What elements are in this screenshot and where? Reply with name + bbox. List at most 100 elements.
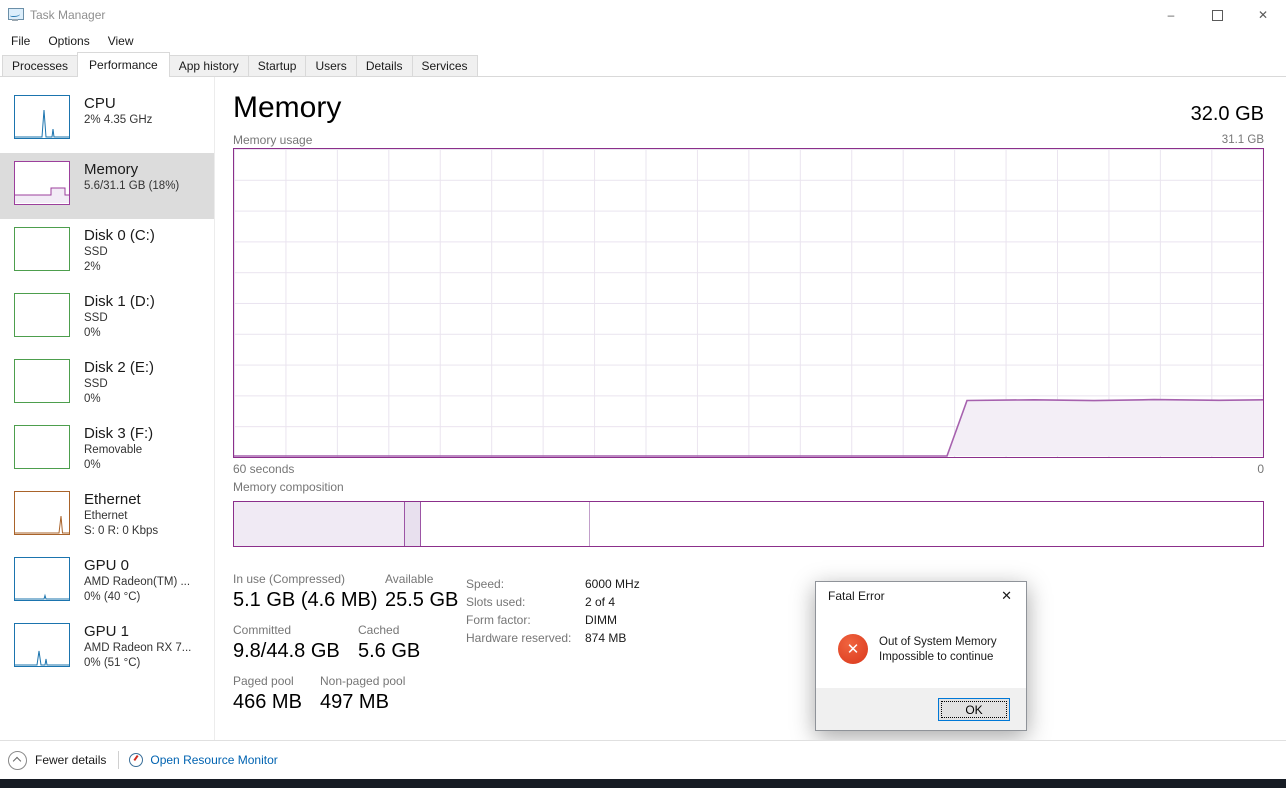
sidebar-item-ethernet[interactable]: Ethernet Ethernet S: 0 R: 0 Kbps bbox=[0, 483, 214, 549]
page-title: Memory bbox=[233, 91, 341, 125]
disk-mini-graph-icon bbox=[14, 293, 70, 337]
sidebar-item-title: GPU 1 bbox=[84, 623, 191, 641]
open-resource-monitor-link[interactable]: Open Resource Monitor bbox=[150, 753, 277, 767]
sidebar-item-disk0[interactable]: Disk 0 (C:) SSD 2% bbox=[0, 219, 214, 285]
dialog-message: Out of System Memory Impossible to conti… bbox=[879, 635, 997, 665]
graph-time-left-label: 60 seconds bbox=[233, 462, 294, 476]
resource-monitor-gauge-icon bbox=[129, 753, 143, 767]
minimize-icon: – bbox=[1168, 8, 1175, 22]
stat-label: Available bbox=[385, 572, 458, 586]
tab-performance[interactable]: Performance bbox=[77, 52, 170, 77]
sidebar-item-detail: SSD bbox=[84, 311, 155, 326]
dialog-close-icon[interactable]: ✕ bbox=[997, 586, 1016, 606]
sidebar-item-detail: 0% bbox=[84, 392, 154, 407]
dialog-message-line2: Impossible to continue bbox=[879, 650, 997, 665]
sidebar-item-detail: 0% (51 °C) bbox=[84, 656, 191, 671]
fatal-error-dialog: Fatal Error ✕ ✕ Out of System Memory Imp… bbox=[815, 581, 1027, 731]
sidebar-item-gpu0[interactable]: GPU 0 AMD Radeon(TM) ... 0% (40 °C) bbox=[0, 549, 214, 615]
detail-label: Speed: bbox=[466, 575, 585, 593]
gpu-mini-graph-icon bbox=[14, 557, 70, 601]
dialog-title-bar: Fatal Error ✕ bbox=[816, 582, 1026, 610]
detail-value: 874 MB bbox=[585, 629, 626, 647]
performance-sidebar: CPU 2% 4.35 GHz Memory 5.6/31.1 GB (18%)… bbox=[0, 77, 215, 741]
sidebar-item-detail: S: 0 R: 0 Kbps bbox=[84, 524, 158, 539]
task-manager-window: Task Manager – ✕ File Options View Proce… bbox=[0, 0, 1286, 788]
minimize-button[interactable]: – bbox=[1148, 0, 1194, 30]
menu-bar: File Options View bbox=[0, 30, 1286, 52]
sidebar-item-detail: 0% bbox=[84, 458, 153, 473]
fewer-details-label: Fewer details bbox=[35, 753, 106, 767]
sidebar-item-detail: Removable bbox=[84, 443, 153, 458]
sidebar-item-disk3[interactable]: Disk 3 (F:) Removable 0% bbox=[0, 417, 214, 483]
menu-file[interactable]: File bbox=[2, 32, 39, 50]
sidebar-item-title: Memory bbox=[84, 161, 179, 179]
stat-label: Committed bbox=[233, 623, 358, 637]
sidebar-item-detail: Ethernet bbox=[84, 509, 158, 524]
close-icon: ✕ bbox=[1258, 8, 1268, 22]
graph-max-label: 31.1 GB bbox=[1222, 134, 1264, 146]
stat-value: 9.8/44.8 GB bbox=[233, 640, 358, 663]
stat-label: Non-paged pool bbox=[320, 674, 405, 688]
stat-value: 5.1 GB (4.6 MB) bbox=[233, 589, 385, 612]
title-bar: Task Manager – ✕ bbox=[0, 0, 1286, 30]
ok-button[interactable]: OK bbox=[938, 698, 1010, 721]
disk-mini-graph-icon bbox=[14, 227, 70, 271]
sidebar-item-title: Ethernet bbox=[84, 491, 158, 509]
memory-usage-label: Memory usage bbox=[233, 133, 312, 147]
tab-startup[interactable]: Startup bbox=[248, 55, 307, 76]
tab-processes[interactable]: Processes bbox=[2, 55, 78, 76]
task-manager-app-icon bbox=[8, 8, 24, 22]
stat-label: Paged pool bbox=[233, 674, 320, 688]
sidebar-item-detail: 0% bbox=[84, 326, 155, 341]
error-cross-icon: ✕ bbox=[838, 634, 868, 664]
memory-usage-graph bbox=[233, 148, 1264, 458]
dialog-body: ✕ Out of System Memory Impossible to con… bbox=[816, 610, 1026, 689]
detail-label: Hardware reserved: bbox=[466, 629, 585, 647]
menu-view[interactable]: View bbox=[99, 32, 143, 50]
stat-label: In use (Compressed) bbox=[233, 572, 385, 586]
fewer-details-button[interactable]: Fewer details bbox=[8, 751, 106, 770]
sidebar-item-disk1[interactable]: Disk 1 (D:) SSD 0% bbox=[0, 285, 214, 351]
detail-value: 2 of 4 bbox=[585, 593, 615, 611]
graph-time-right-label: 0 bbox=[1257, 462, 1264, 476]
dialog-footer: OK bbox=[816, 688, 1026, 730]
sidebar-item-disk2[interactable]: Disk 2 (E:) SSD 0% bbox=[0, 351, 214, 417]
tab-users[interactable]: Users bbox=[305, 55, 356, 76]
stat-label: Cached bbox=[358, 623, 420, 637]
chevron-up-circle-icon bbox=[8, 751, 27, 770]
gpu-mini-graph-icon bbox=[14, 623, 70, 667]
sidebar-item-detail: AMD Radeon(TM) ... bbox=[84, 575, 190, 590]
stat-value: 466 MB bbox=[233, 691, 320, 714]
tab-app-history[interactable]: App history bbox=[169, 55, 249, 76]
composition-segment-free bbox=[590, 502, 1263, 546]
sidebar-item-cpu[interactable]: CPU 2% 4.35 GHz bbox=[0, 87, 214, 153]
maximize-button[interactable] bbox=[1194, 0, 1240, 30]
sidebar-item-memory[interactable]: Memory 5.6/31.1 GB (18%) bbox=[0, 153, 214, 219]
ethernet-mini-graph-icon bbox=[14, 491, 70, 535]
sidebar-item-detail: AMD Radeon RX 7... bbox=[84, 641, 191, 656]
tab-bar: Processes Performance App history Startu… bbox=[0, 52, 1286, 77]
sidebar-item-detail: 5.6/31.1 GB (18%) bbox=[84, 179, 179, 194]
stat-value: 5.6 GB bbox=[358, 640, 420, 663]
stat-value: 497 MB bbox=[320, 691, 405, 714]
detail-value: 6000 MHz bbox=[585, 575, 640, 593]
sidebar-item-title: Disk 3 (F:) bbox=[84, 425, 153, 443]
sidebar-item-title: Disk 0 (C:) bbox=[84, 227, 155, 245]
sidebar-item-detail: 0% (40 °C) bbox=[84, 590, 190, 605]
close-button[interactable]: ✕ bbox=[1240, 0, 1286, 30]
detail-label: Form factor: bbox=[466, 611, 585, 629]
disk-mini-graph-icon bbox=[14, 425, 70, 469]
tab-services[interactable]: Services bbox=[412, 55, 478, 76]
memory-mini-graph-icon bbox=[14, 161, 70, 205]
memory-total-capacity: 32.0 GB bbox=[1191, 103, 1264, 126]
stat-value: 25.5 GB bbox=[385, 589, 458, 612]
menu-options[interactable]: Options bbox=[39, 32, 98, 50]
sidebar-item-title: Disk 2 (E:) bbox=[84, 359, 154, 377]
footer-bar: Fewer details Open Resource Monitor bbox=[0, 740, 1286, 779]
sidebar-item-title: GPU 0 bbox=[84, 557, 190, 575]
taskbar-edge bbox=[0, 779, 1286, 788]
tab-details[interactable]: Details bbox=[356, 55, 413, 76]
sidebar-item-title: Disk 1 (D:) bbox=[84, 293, 155, 311]
sidebar-item-gpu1[interactable]: GPU 1 AMD Radeon RX 7... 0% (51 °C) bbox=[0, 615, 214, 681]
sidebar-item-detail: 2% 4.35 GHz bbox=[84, 113, 152, 128]
